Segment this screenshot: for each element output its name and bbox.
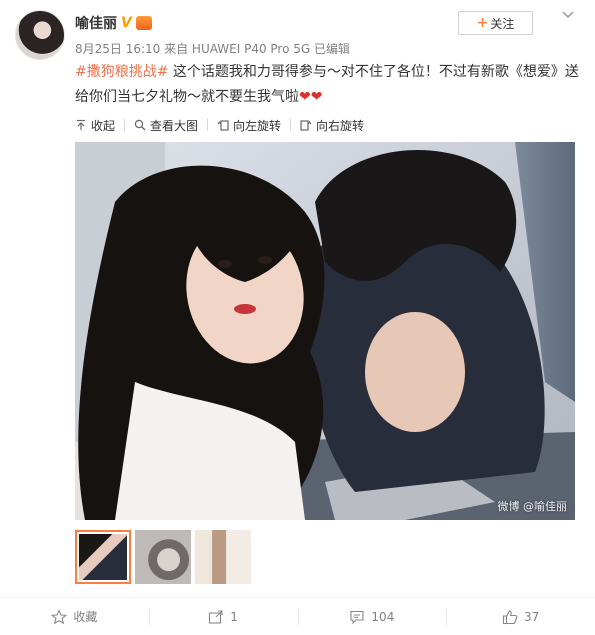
toolbar-divider — [207, 119, 209, 131]
comment-icon — [350, 610, 364, 624]
plus-icon: + — [476, 15, 489, 31]
avatar[interactable] — [15, 10, 65, 60]
rotate-right-button[interactable]: 向右旋转 — [300, 117, 364, 134]
author-name[interactable]: 喻佳丽 — [75, 13, 117, 33]
view-large-button[interactable]: 查看大图 — [134, 117, 198, 134]
rotate-left-button[interactable]: 向左旋转 — [217, 117, 281, 134]
rotate-left-icon — [217, 120, 229, 131]
topic-link[interactable]: #撒狗粮挑战# — [75, 64, 168, 80]
favorite-label: 收藏 — [73, 610, 98, 624]
thumbnail-strip — [75, 530, 251, 584]
repost-count: 1 — [230, 609, 238, 624]
like-button[interactable]: 37 — [446, 598, 595, 635]
thumbnail-1[interactable] — [75, 530, 131, 584]
follow-button[interactable]: + 关注 — [458, 11, 533, 35]
photo-watermark: 微博 @喻佳丽 — [497, 500, 568, 513]
collapse-label: 收起 — [91, 118, 116, 133]
verified-icon: V — [121, 15, 132, 31]
share-icon — [209, 609, 223, 624]
like-count: 37 — [523, 609, 540, 624]
follow-label: 关注 — [490, 16, 515, 31]
image-toolbar: 收起 查看大图 向左旋转 向右旋转 — [75, 114, 364, 136]
rotate-right-label: 向右旋转 — [316, 118, 365, 133]
post-meta: 8月25日 16:10 来自 HUAWEI P40 Pro 5G 已编辑 — [75, 42, 351, 56]
post-text: #撒狗粮挑战# 这个话题我和力哥得参与～对不住了各位！不过有新歌《想爱》送给你们… — [75, 60, 585, 110]
comment-button[interactable]: 104 — [297, 598, 447, 635]
thumbs-up-icon — [502, 609, 518, 624]
zoom-icon — [134, 119, 146, 131]
heart-icons: ❤❤ — [299, 89, 323, 105]
toolbar-divider — [124, 119, 126, 131]
author-header: 喻佳丽 V — [75, 13, 152, 33]
member-badge-icon — [135, 16, 152, 30]
collapse-arrow-icon — [77, 119, 85, 130]
toolbar-divider — [290, 119, 292, 131]
action-bar: 收藏 1 104 37 — [0, 597, 595, 635]
rotate-left-label: 向左旋转 — [233, 118, 282, 133]
photo-illustration — [75, 142, 575, 520]
collapse-button[interactable]: 收起 — [75, 117, 115, 134]
repost-button[interactable]: 1 — [148, 598, 298, 635]
thumbnail-2[interactable] — [135, 530, 191, 584]
favorite-button[interactable]: 收藏 — [0, 598, 149, 635]
chevron-down-icon[interactable] — [561, 8, 575, 22]
rotate-right-icon — [300, 120, 312, 131]
comment-count: 104 — [371, 609, 395, 624]
view-large-label: 查看大图 — [150, 118, 199, 133]
thumbnail-3[interactable] — [195, 530, 251, 584]
star-icon — [51, 608, 68, 624]
main-photo[interactable]: 微博 @喻佳丽 — [75, 142, 575, 520]
